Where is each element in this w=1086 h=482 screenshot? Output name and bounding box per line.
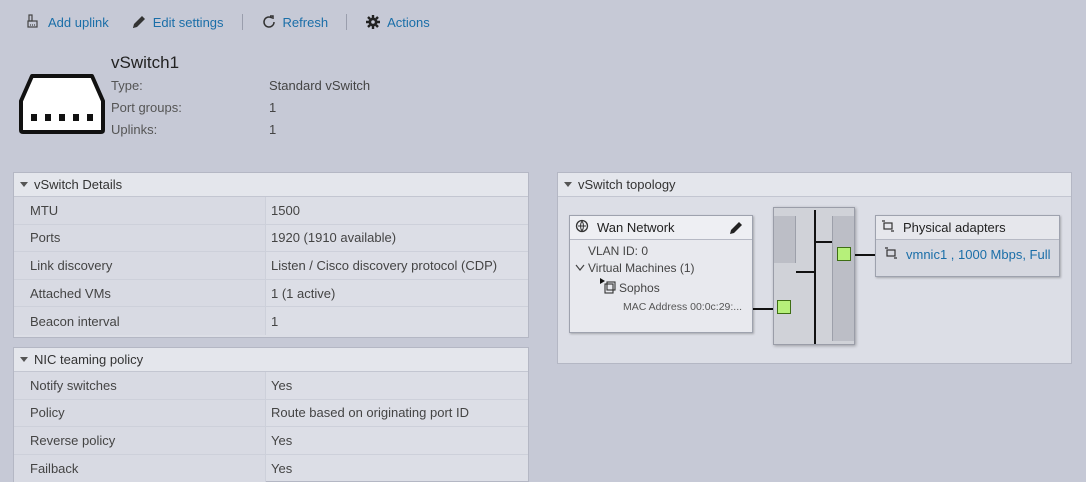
nic-icon <box>884 246 898 263</box>
table-row: Ports 1920 (1910 available) <box>14 224 528 253</box>
virtual-machines-toggle[interactable]: Virtual Machines (1) <box>575 261 695 275</box>
property-key: Port groups: <box>111 100 182 115</box>
physical-adapter-label: vmnic1 , 1000 Mbps, Full <box>906 247 1051 262</box>
table-row: Policy Route based on originating port ID <box>14 399 528 428</box>
pencil-icon <box>131 14 147 30</box>
table-row: Attached VMs 1 (1 active) <box>14 279 528 308</box>
physical-adapters-header: Physical adapters <box>876 216 1059 240</box>
property-key: Type: <box>111 78 143 93</box>
vswitch-details-panel: vSwitch Details MTU 1500 Ports 1920 (1910 … <box>13 172 529 338</box>
physical-adapters-box: Physical adapters vmnic1 , 1000 Mbps, Fu… <box>875 215 1060 277</box>
port-group-name: Wan Network <box>597 220 675 235</box>
table-row: Notify switches Yes <box>14 372 528 400</box>
toolbar: Add uplink Edit settings Refresh Actions <box>0 0 1086 44</box>
collapse-caret-icon[interactable] <box>564 182 572 187</box>
vswitch-body <box>773 207 855 345</box>
nic-teaming-header[interactable]: NIC teaming policy <box>14 348 528 372</box>
type-property: Type: Standard vSwitch <box>111 78 370 93</box>
port-groups-property: Port groups: 1 <box>111 100 276 115</box>
add-uplink-label: Add uplink <box>48 14 109 30</box>
row-key: Ports <box>14 224 266 252</box>
gear-icon <box>365 14 381 30</box>
panel-title: NIC teaming policy <box>34 352 144 367</box>
port-group-wan-network[interactable]: Wan Network VLAN ID: 0 Virtual Machines … <box>569 215 753 333</box>
actions-label: Actions <box>387 14 430 30</box>
physical-adapter-vmnic1[interactable]: vmnic1 , 1000 Mbps, Full <box>884 246 1051 263</box>
table-row: Link discovery Listen / Cisco discovery p… <box>14 252 528 280</box>
vm-icon <box>599 278 617 297</box>
vswitch-details-header[interactable]: vSwitch Details <box>14 173 528 197</box>
vm-name: Sophos <box>619 280 660 295</box>
row-value: Yes <box>271 377 293 393</box>
row-key: Failback <box>14 454 266 482</box>
table-row: MTU 1500 <box>14 197 528 225</box>
edit-settings-label: Edit settings <box>152 14 224 30</box>
row-key: MTU <box>14 197 266 224</box>
add-uplink-button[interactable]: Add uplink <box>26 10 109 34</box>
actions-button[interactable]: Actions <box>365 10 430 34</box>
row-value: Yes <box>271 432 293 448</box>
refresh-button[interactable]: Refresh <box>261 10 329 34</box>
row-value: Yes <box>271 461 293 477</box>
property-key: Uplinks: <box>111 122 158 137</box>
switch-bus-lines <box>796 210 832 344</box>
table-row: Reverse policy Yes <box>14 427 528 455</box>
row-key: Reverse policy <box>14 427 266 454</box>
mac-address: MAC Address 00:0c:29:... <box>623 301 743 313</box>
property-value: 1 <box>269 100 277 115</box>
row-value: 1920 (1910 available) <box>271 230 397 246</box>
row-key: Notify switches <box>14 372 266 399</box>
row-key: Policy <box>14 399 266 427</box>
row-key: Link discovery <box>14 252 266 279</box>
vlan-id: VLAN ID: 0 <box>588 244 649 258</box>
topology-diagram: Wan Network VLAN ID: 0 Virtual Machines … <box>558 197 1071 362</box>
table-row: Failback Yes <box>14 454 528 482</box>
refresh-icon <box>261 14 277 30</box>
row-value: Listen / Cisco discovery protocol (CDP) <box>271 257 498 273</box>
row-value: 1 (1 active) <box>271 285 336 301</box>
physical-adapters-title: Physical adapters <box>903 220 1006 235</box>
property-value: Standard vSwitch <box>269 78 371 93</box>
panel-title: vSwitch topology <box>578 177 676 192</box>
page-title: vSwitch1 <box>111 53 180 72</box>
toolbar-separator <box>346 14 348 30</box>
vswitch-icon <box>18 73 106 138</box>
toolbar-separator <box>115 14 125 30</box>
row-key: Attached VMs <box>14 279 266 307</box>
property-value: 1 <box>269 122 277 137</box>
vswitch-topology-header[interactable]: vSwitch topology <box>558 173 1071 197</box>
panel-title: vSwitch Details <box>34 177 123 192</box>
toolbar-separator <box>241 14 243 30</box>
row-key: Beacon interval <box>14 307 266 335</box>
virtual-machines-label: Virtual Machines (1) <box>588 261 695 275</box>
vm-port[interactable] <box>777 300 791 314</box>
add-uplink-icon <box>26 14 42 30</box>
collapse-caret-icon[interactable] <box>20 182 28 187</box>
edit-settings-button[interactable]: Edit settings <box>131 10 224 34</box>
port-group-header: Wan Network <box>570 216 752 240</box>
vswitch-topology-panel: vSwitch topology Wan Network VLAN ID: 0 <box>557 172 1072 364</box>
uplinks-property: Uplinks: 1 <box>111 122 276 137</box>
uplink-port[interactable] <box>837 247 851 261</box>
nic-icon <box>881 219 895 236</box>
row-value: Route based on originating port ID <box>271 405 470 421</box>
vm-item-sophos[interactable]: Sophos <box>599 278 660 297</box>
edit-port-group-icon[interactable] <box>728 220 744 239</box>
chevron-down-icon <box>575 261 585 275</box>
row-value: 1500 <box>271 202 300 218</box>
nic-teaming-panel: NIC teaming policy Notify switches Yes Po… <box>13 347 529 482</box>
collapse-caret-icon[interactable] <box>20 357 28 362</box>
row-value: 1 <box>271 313 279 329</box>
port-group-icon <box>575 219 589 236</box>
refresh-label: Refresh <box>282 14 329 30</box>
table-row: Beacon interval 1 <box>14 307 528 335</box>
